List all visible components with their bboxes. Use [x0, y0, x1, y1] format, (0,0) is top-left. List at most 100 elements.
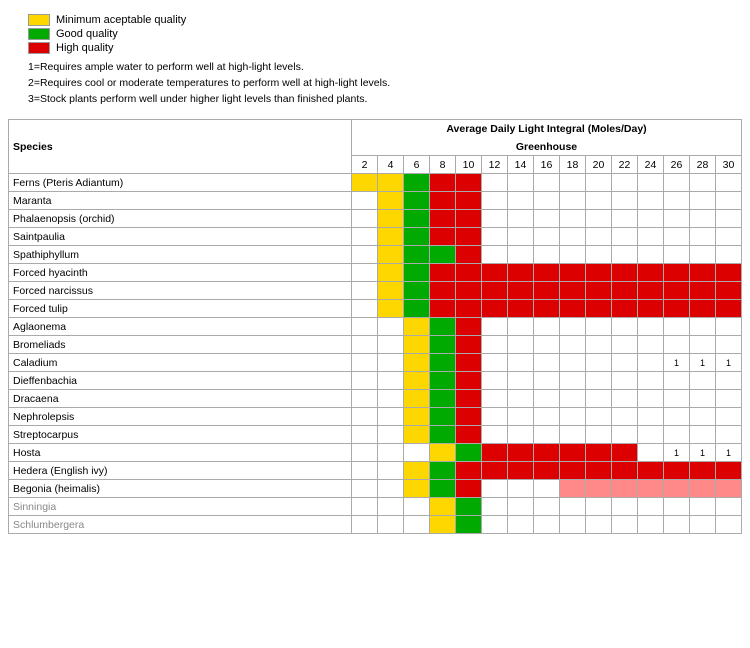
data-cell	[404, 336, 430, 354]
data-cell	[378, 498, 404, 516]
data-cell	[586, 354, 612, 372]
data-cell: 1	[716, 444, 742, 462]
data-cell	[560, 174, 586, 192]
data-cell	[690, 408, 716, 426]
data-cell	[716, 516, 742, 534]
data-cell	[612, 282, 638, 300]
col-number-header: 18	[560, 156, 586, 174]
species-name: Dracaena	[9, 390, 352, 408]
data-cell	[482, 336, 508, 354]
col-number-header: 16	[534, 156, 560, 174]
data-cell	[586, 426, 612, 444]
legend-label: Minimum aceptable quality	[56, 14, 186, 26]
species-name: Spathiphyllum	[9, 246, 352, 264]
data-cell	[508, 408, 534, 426]
data-cell: 1	[690, 444, 716, 462]
col-number-header: 6	[404, 156, 430, 174]
data-cell	[430, 516, 456, 534]
data-cell	[612, 336, 638, 354]
data-cell	[482, 426, 508, 444]
data-cell	[482, 246, 508, 264]
data-cell	[612, 228, 638, 246]
data-cell	[352, 336, 378, 354]
species-name: Nephrolepsis	[9, 408, 352, 426]
data-cell	[404, 390, 430, 408]
table-row: Aglaonema	[9, 318, 742, 336]
data-cell	[404, 300, 430, 318]
data-cell	[404, 372, 430, 390]
data-cell	[508, 300, 534, 318]
col-number-header: 28	[690, 156, 716, 174]
data-cell	[430, 498, 456, 516]
data-cell	[430, 480, 456, 498]
table-row: Caladium111	[9, 354, 742, 372]
note-line: 3=Stock plants perform well under higher…	[28, 92, 390, 108]
data-cell	[586, 408, 612, 426]
data-cell	[534, 408, 560, 426]
data-cell	[456, 192, 482, 210]
species-name: Hedera (English ivy)	[9, 462, 352, 480]
table-row: Dracaena	[9, 390, 742, 408]
species-name: Forced hyacinth	[9, 264, 352, 282]
legend-item: Minimum aceptable quality	[28, 14, 390, 26]
data-cell	[690, 246, 716, 264]
data-cell	[430, 408, 456, 426]
data-cell	[664, 480, 690, 498]
data-cell	[612, 498, 638, 516]
data-cell	[378, 336, 404, 354]
data-cell	[352, 246, 378, 264]
data-cell	[586, 246, 612, 264]
data-cell	[508, 210, 534, 228]
data-cell	[716, 192, 742, 210]
note-line: 2=Requires cool or moderate temperatures…	[28, 76, 390, 92]
data-cell	[612, 264, 638, 282]
species-name: Streptocarpus	[9, 426, 352, 444]
col-number-header: 8	[430, 156, 456, 174]
data-cell	[534, 192, 560, 210]
table-row: Sinningia	[9, 498, 742, 516]
data-cell	[586, 192, 612, 210]
data-cell	[508, 390, 534, 408]
legend-label: High quality	[56, 42, 113, 54]
data-cell	[404, 282, 430, 300]
data-cell	[430, 336, 456, 354]
data-cell	[716, 462, 742, 480]
data-cell	[586, 444, 612, 462]
data-cell	[508, 228, 534, 246]
species-name: Schlumbergera	[9, 516, 352, 534]
data-cell	[716, 282, 742, 300]
data-cell	[586, 336, 612, 354]
data-cell	[586, 228, 612, 246]
data-cell	[352, 264, 378, 282]
data-cell	[560, 210, 586, 228]
data-cell	[638, 336, 664, 354]
data-cell	[456, 210, 482, 228]
data-cell	[716, 174, 742, 192]
data-cell	[612, 480, 638, 498]
data-cell	[664, 246, 690, 264]
data-cell	[508, 174, 534, 192]
data-cell	[482, 498, 508, 516]
data-cell	[378, 354, 404, 372]
col-number-header: 30	[716, 156, 742, 174]
data-cell	[430, 462, 456, 480]
data-cell	[482, 408, 508, 426]
data-cell	[508, 480, 534, 498]
legend-item: High quality	[28, 42, 390, 54]
data-cell	[612, 174, 638, 192]
data-cell: 1	[664, 444, 690, 462]
data-cell	[404, 264, 430, 282]
data-cell	[716, 210, 742, 228]
data-cell	[430, 282, 456, 300]
data-cell	[482, 372, 508, 390]
data-cell	[612, 318, 638, 336]
data-cell	[456, 444, 482, 462]
data-cell	[534, 318, 560, 336]
data-cell	[508, 516, 534, 534]
data-cell	[534, 480, 560, 498]
data-cell	[508, 426, 534, 444]
data-cell	[378, 210, 404, 228]
data-cell	[638, 174, 664, 192]
data-cell	[482, 516, 508, 534]
data-cell	[534, 174, 560, 192]
